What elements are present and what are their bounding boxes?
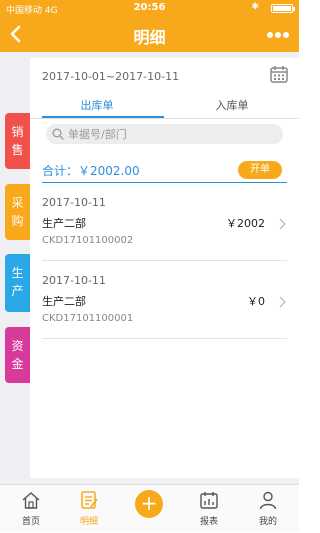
- calendar-icon[interactable]: [269, 64, 289, 84]
- side-tab-label: 资金: [11, 339, 24, 371]
- tab-inbound[interactable]: 入库单: [165, 97, 299, 113]
- tab-profile[interactable]: 我的: [243, 485, 293, 533]
- record-amount: ￥0: [247, 295, 265, 308]
- tab-label: 我的: [258, 517, 277, 527]
- active-tab-underline: [42, 116, 164, 118]
- row-divider: [42, 338, 287, 339]
- record-department: 生产二部: [42, 295, 86, 308]
- chevron-right-icon: [279, 218, 286, 230]
- tab-reports[interactable]: 报表: [184, 485, 234, 533]
- search-input[interactable]: [46, 124, 283, 144]
- plus-icon: +: [140, 491, 158, 515]
- user-icon: [259, 491, 277, 510]
- calendar-chart-icon: [200, 492, 218, 509]
- record-date: 2017-10-11: [42, 196, 106, 209]
- status-bar: 中国移动 4G 20:56 ✱: [0, 0, 299, 16]
- detail-card: 2017-10-01~2017-10-11 出库单 入库单 合计：￥2002.0…: [30, 58, 299, 478]
- tab-label: 报表: [199, 517, 218, 527]
- tab-outbound[interactable]: 出库单: [30, 97, 164, 113]
- record-date: 2017-10-11: [42, 274, 106, 287]
- total-amount: 合计：￥2002.00: [42, 164, 140, 178]
- navigation-bar: 明细: [0, 16, 299, 52]
- side-tab-label: 采购: [11, 196, 24, 228]
- open-order-button[interactable]: 开单: [238, 161, 282, 179]
- side-tab-funds[interactable]: 资金: [5, 327, 30, 383]
- document-edit-icon: [81, 491, 98, 509]
- home-icon: [22, 492, 40, 509]
- add-button[interactable]: +: [135, 490, 163, 518]
- side-tab-label: 销售: [11, 125, 24, 157]
- document-tabs: 出库单 入库单: [30, 90, 299, 119]
- side-tab-label: 生产: [11, 266, 24, 298]
- side-tab-production[interactable]: 生产: [5, 254, 30, 312]
- tab-label: 首页: [21, 517, 40, 527]
- side-tab-sales[interactable]: 销售: [5, 113, 30, 169]
- record-code: CKD17101100002: [42, 235, 134, 246]
- page-title: 明细: [133, 28, 166, 47]
- record-code: CKD17101100001: [42, 313, 134, 324]
- tab-home[interactable]: 首页: [6, 485, 56, 533]
- search-icon: [52, 128, 64, 140]
- date-range[interactable]: 2017-10-01~2017-10-11: [42, 70, 179, 83]
- row-divider: [42, 260, 287, 261]
- list-item[interactable]: 2017-10-11 生产二部 ￥2002 CKD17101100002: [42, 188, 287, 254]
- list-item[interactable]: 2017-10-11 生产二部 ￥0 CKD17101100001: [42, 266, 287, 332]
- bluetooth-icon: ✱: [251, 2, 259, 12]
- battery-icon: [271, 4, 295, 13]
- tab-label: 明细: [79, 517, 98, 527]
- more-dots-icon[interactable]: [267, 32, 289, 38]
- chevron-right-icon: [279, 296, 286, 308]
- total-divider: [42, 182, 287, 183]
- side-tab-purchase[interactable]: 采购: [5, 184, 30, 240]
- record-department: 生产二部: [42, 217, 86, 230]
- record-amount: ￥2002: [226, 217, 265, 230]
- tab-details[interactable]: 明细: [64, 485, 114, 533]
